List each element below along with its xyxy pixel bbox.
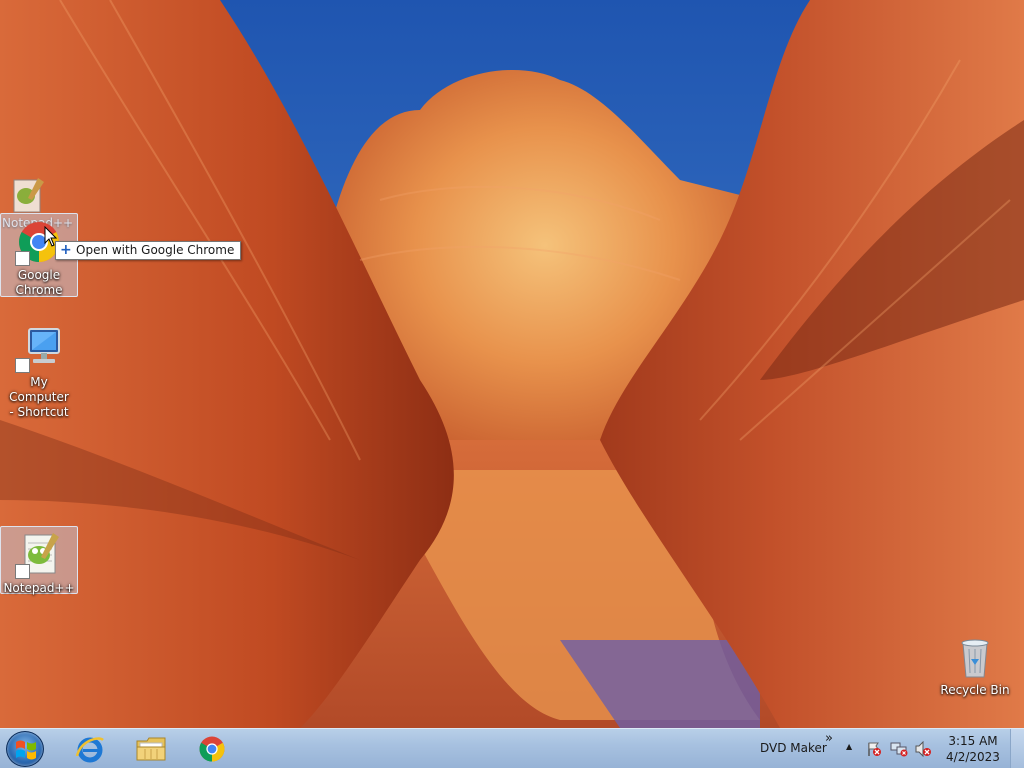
icon-label-line1: Notepad++ — [3, 581, 75, 595]
tray-expand-icon[interactable]: ▲ — [846, 742, 852, 751]
drop-tooltip-text: Open with Google Chrome — [76, 243, 235, 257]
shortcut-arrow-icon — [15, 564, 30, 579]
clock[interactable]: 3:15 AM 4/2/2023 — [944, 733, 1002, 765]
desktop[interactable]: Notepad++ Google Chrome — [0, 0, 1024, 728]
shortcut-arrow-icon — [15, 251, 30, 266]
computer-icon — [15, 325, 63, 373]
network-icon[interactable] — [890, 741, 908, 757]
taskbar-internet-explorer[interactable] — [62, 732, 118, 766]
icon-label-line1: Recycle Bin — [940, 683, 1010, 697]
plus-icon: + — [60, 242, 72, 258]
toolbar-dvd-maker[interactable]: DVD Maker — [760, 741, 827, 755]
icon-label-line2: Chrome — [15, 283, 63, 297]
start-button[interactable] — [6, 731, 44, 767]
internet-explorer-icon — [75, 737, 104, 763]
icon-label-line2: - Shortcut — [9, 405, 69, 419]
drop-tooltip: + Open with Google Chrome — [55, 241, 242, 260]
recycle-bin-icon — [951, 633, 999, 681]
notepadpp-icon — [8, 176, 48, 216]
mouse-cursor-icon — [44, 226, 58, 247]
clock-time: 3:15 AM — [948, 734, 998, 748]
icon-label-line1: My Computer — [9, 375, 69, 404]
taskbar-windows-explorer[interactable] — [123, 732, 179, 766]
desktop-icon-notepadpp[interactable]: Notepad++ — [0, 526, 78, 595]
notepadpp-icon — [15, 531, 63, 579]
taskbar: DVD Maker » ▲ 3:15 AM 4/2/2023 — [0, 728, 1024, 768]
clock-date: 4/2/2023 — [946, 750, 1000, 764]
icon-label-line1: Google — [17, 268, 61, 282]
windows-logo-icon — [16, 740, 36, 760]
shortcut-arrow-icon — [15, 358, 30, 373]
show-desktop-button[interactable] — [1010, 729, 1024, 768]
chrome-icon — [199, 736, 225, 762]
folder-icon — [136, 737, 166, 761]
toolbar-chevron-icon[interactable]: » — [825, 731, 833, 746]
taskbar-google-chrome[interactable] — [184, 732, 240, 766]
volume-muted-icon[interactable] — [914, 741, 932, 757]
desktop-icon-recycle-bin[interactable]: Recycle Bin — [936, 628, 1014, 700]
desktop-icon-my-computer[interactable]: My Computer - Shortcut — [0, 320, 78, 419]
wallpaper — [0, 0, 1024, 728]
action-center-flag-icon[interactable] — [866, 741, 882, 757]
